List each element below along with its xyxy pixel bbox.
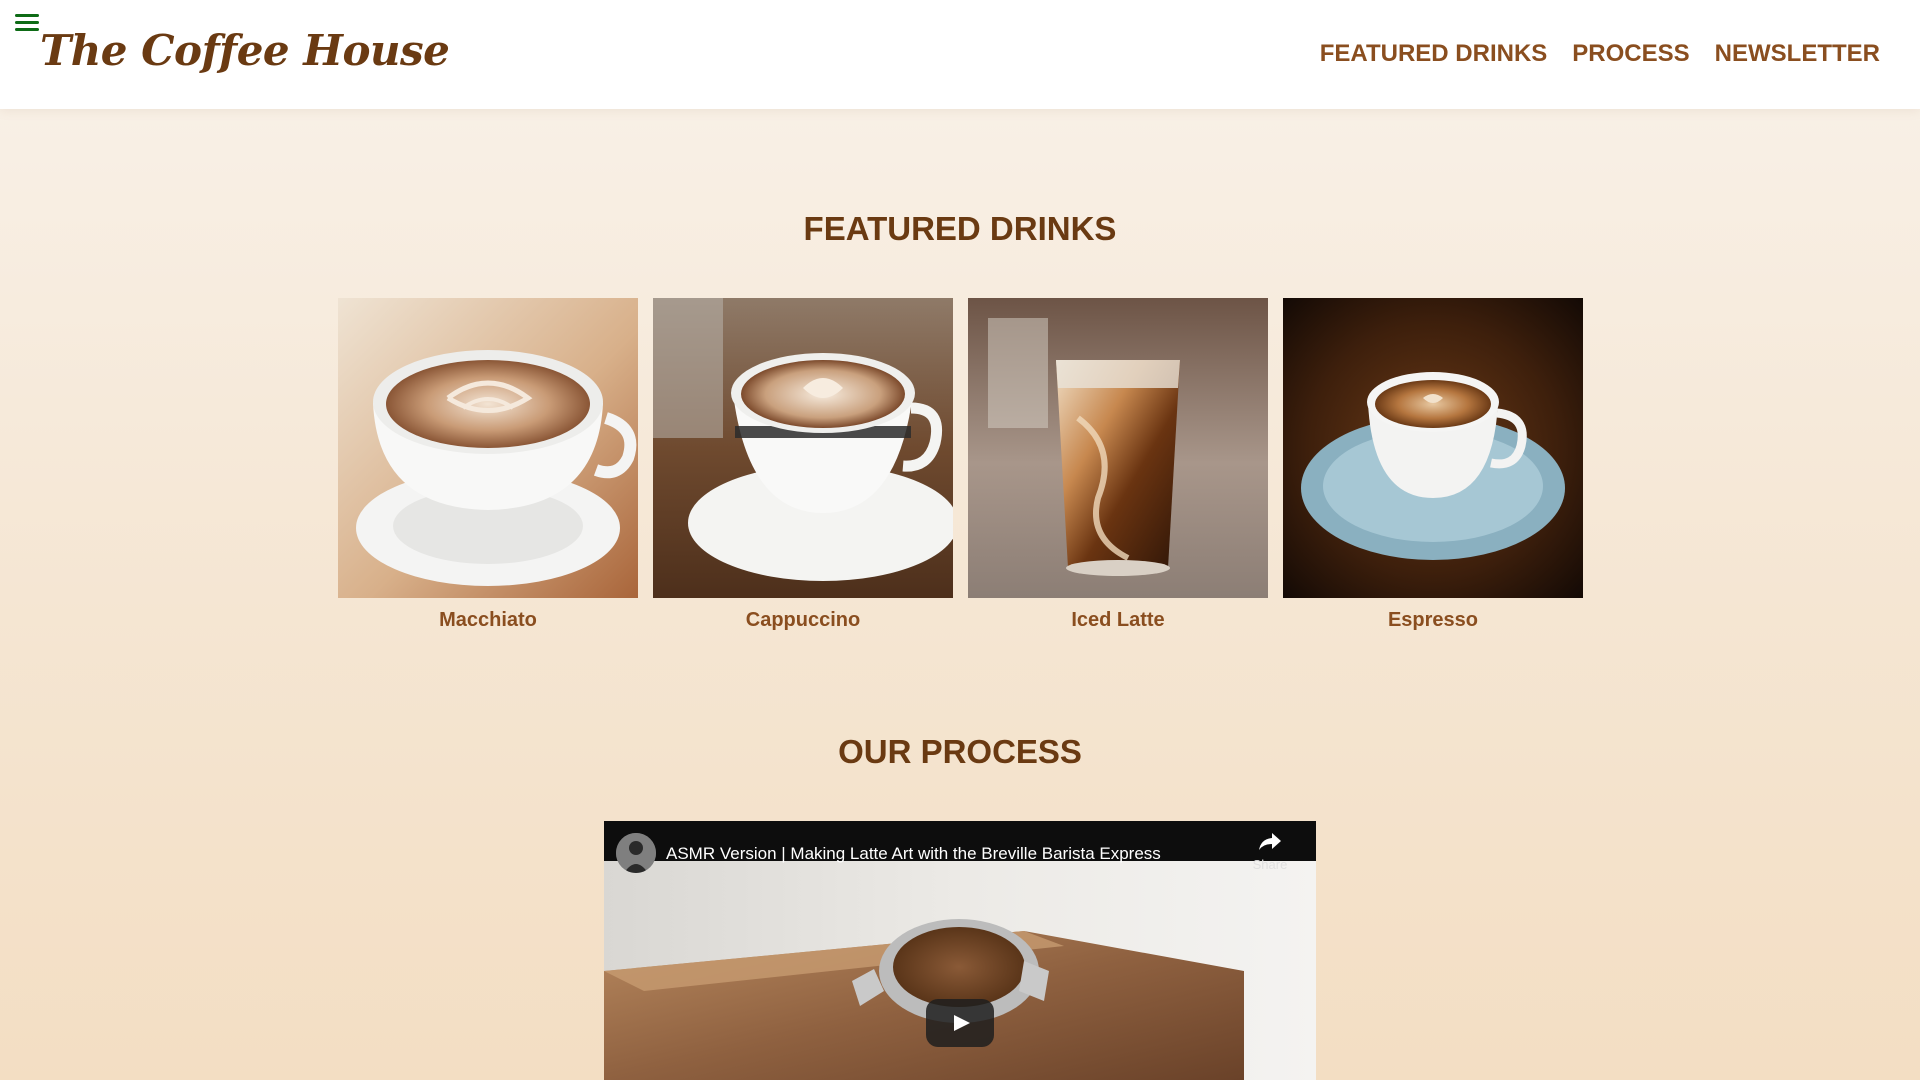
nav-process[interactable]: PROCESS [1572, 40, 1689, 68]
video-title[interactable]: ASMR Version | Making Latte Art with the… [666, 844, 1161, 864]
play-icon [954, 1015, 970, 1031]
featured-drinks-grid: Macchiato Cappuccino Iced Latte Espresso [338, 298, 1584, 638]
channel-avatar[interactable] [616, 833, 656, 873]
nav-featured-drinks[interactable]: FEATURED DRINKS [1320, 40, 1548, 68]
drink-name: Cappuccino [745, 609, 861, 631]
drink-name: Macchiato [439, 609, 537, 631]
nav-newsletter[interactable]: NEWSLETTER [1715, 40, 1880, 68]
drink-card-iced-latte[interactable]: Iced Latte [968, 298, 1268, 638]
process-video-player[interactable]: ASMR Version | Making Latte Art with the… [604, 821, 1316, 1080]
iced-latte-photo [968, 298, 1268, 598]
drink-name: Espresso [1387, 609, 1479, 631]
drink-name: Iced Latte [1071, 609, 1165, 631]
site-header: The Coffee House FEATURED DRINKS PROCESS… [0, 0, 1920, 109]
drink-card-espresso[interactable]: Espresso [1283, 298, 1583, 638]
macchiato-photo [338, 298, 638, 598]
our-process-heading: OUR PROCESS [838, 733, 1082, 770]
main-nav: FEATURED DRINKS PROCESS NEWSLETTER [1320, 40, 1880, 68]
drink-card-macchiato[interactable]: Macchiato [338, 298, 638, 638]
cappuccino-photo [653, 298, 953, 598]
share-icon [1259, 833, 1281, 850]
play-button[interactable] [926, 999, 994, 1047]
video-share-label: Share [1252, 857, 1288, 872]
site-logo[interactable]: The Coffee House [40, 26, 450, 75]
featured-drinks-heading: FEATURED DRINKS [803, 210, 1117, 247]
video-share-button[interactable]: Share [1248, 831, 1292, 872]
espresso-photo [1283, 298, 1583, 598]
drink-card-cappuccino[interactable]: Cappuccino [653, 298, 953, 638]
hamburger-icon[interactable] [15, 14, 39, 34]
